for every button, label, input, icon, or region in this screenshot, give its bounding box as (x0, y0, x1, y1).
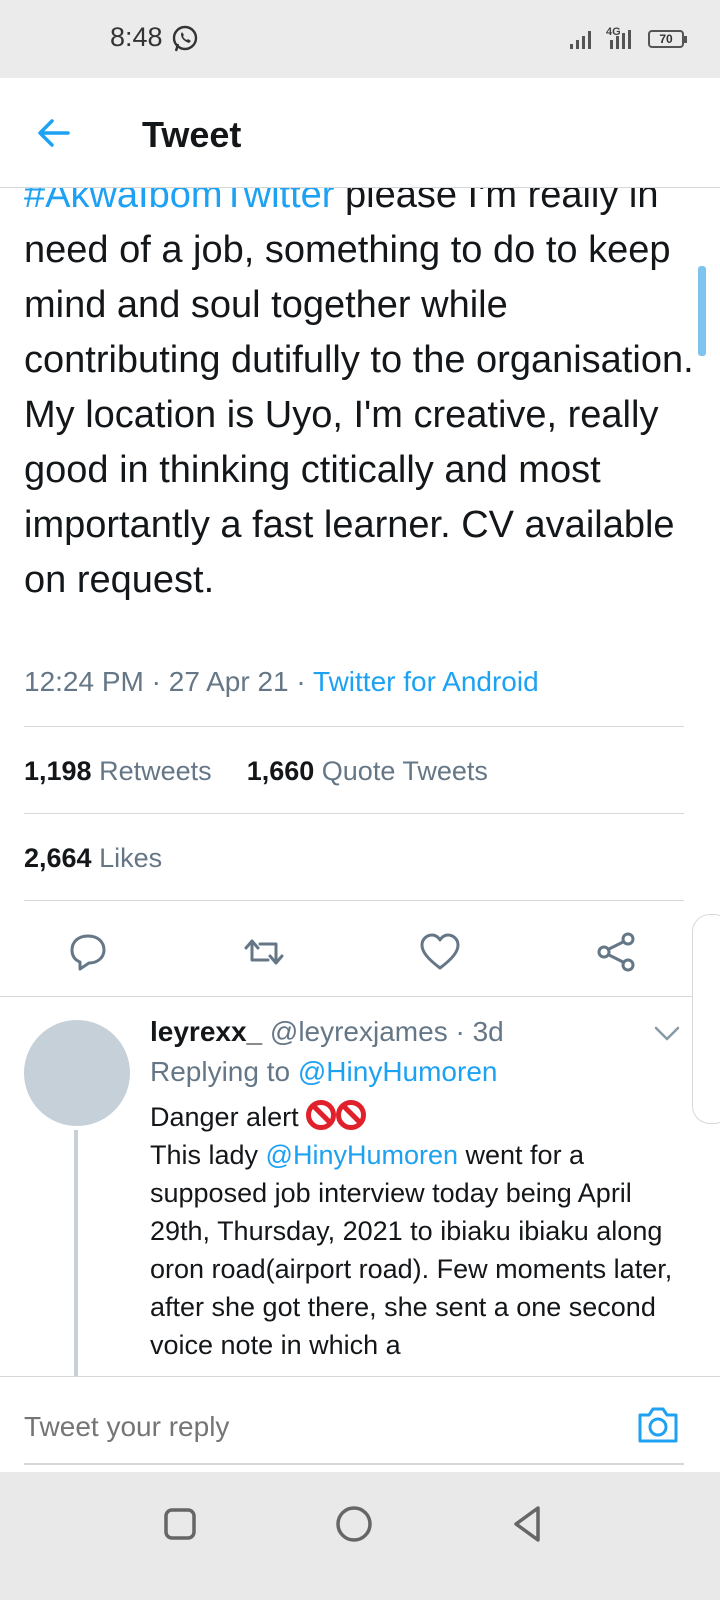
reply-text: Danger alert This lady @HinyHumoren went… (150, 1098, 690, 1364)
system-nav-bar (0, 1472, 720, 1600)
avatar[interactable] (24, 1020, 130, 1126)
page-title: Tweet (142, 114, 242, 155)
retweets-label: Retweets (99, 756, 212, 786)
reply-body: This lady @HinyHumoren went for a suppos… (150, 1136, 690, 1364)
battery-icon: 70 (648, 30, 687, 48)
whatsapp-icon (172, 25, 198, 52)
reply-author-name[interactable]: leyrexx_ (150, 1016, 262, 1047)
home-icon[interactable] (330, 1500, 378, 1548)
reply-text-before: This lady (150, 1140, 266, 1170)
status-time: 8:48 (110, 22, 163, 52)
status-bar: 8:48 4G 70 (0, 0, 720, 78)
tweet-source-link[interactable]: Twitter for Android (313, 666, 539, 697)
tweet-text: #AkwaIbomTwitter please I'm really in ne… (24, 188, 694, 608)
thread-line (74, 1130, 78, 1378)
signal-icon (570, 31, 591, 49)
reply-icon[interactable] (66, 930, 110, 974)
recents-icon[interactable] (156, 1500, 204, 1548)
reply-author-handle[interactable]: @leyrexjames (270, 1016, 448, 1047)
reply-first-line: Danger alert (150, 1102, 299, 1132)
divider (24, 726, 684, 727)
reply-line-1: Danger alert (150, 1098, 690, 1136)
retweet-icon[interactable] (242, 930, 286, 974)
reply-text-after: went for a supposed job interview today … (150, 1140, 673, 1360)
replying-to-label: Replying to (150, 1056, 291, 1087)
hashtag-link[interactable]: #AkwaIbomTwitter (24, 188, 334, 216)
tweet-meta: 12:24 PM · 27 Apr 21 · Twitter for Andro… (24, 666, 539, 698)
divider (0, 996, 720, 997)
meta-separator: · (296, 666, 314, 697)
tweet-actions (0, 920, 720, 994)
reply-mention-link[interactable]: @HinyHumoren (266, 1140, 458, 1170)
replying-to-mention[interactable]: @HinyHumoren (298, 1056, 498, 1087)
reply-age: 3d (472, 1016, 504, 1047)
no-entry-icon (336, 1100, 367, 1130)
meta-separator: · (455, 1016, 473, 1047)
likes-count: 2,664 (24, 843, 92, 873)
divider (24, 813, 684, 814)
network-indicator: 4G (602, 26, 642, 50)
no-entry-icon (306, 1100, 337, 1130)
tweet-detail[interactable]: #AkwaIbomTwitter please I'm really in ne… (0, 188, 720, 1378)
app-header: Tweet (0, 78, 720, 188)
share-icon[interactable] (594, 930, 638, 974)
retweets-count: 1,198 (24, 756, 92, 786)
composer-underline (24, 1463, 684, 1465)
reply-header: leyrexx_ @leyrexjames · 3d (150, 1016, 504, 1048)
replying-to: Replying to @HinyHumoren (150, 1056, 497, 1088)
edge-panel-handle[interactable] (692, 914, 720, 1124)
likes-stats[interactable]: 2,664 Likes (24, 843, 162, 874)
chevron-down-icon[interactable] (652, 1022, 682, 1046)
tweet-time: 12:24 PM (24, 666, 144, 697)
signal-icon-2 (610, 30, 631, 49)
like-icon[interactable] (418, 930, 462, 974)
status-icons: 4G 70 (570, 22, 687, 56)
retweet-stats[interactable]: 1,198 Retweets 1,660 Quote Tweets (24, 756, 488, 787)
reply-input[interactable] (24, 1411, 584, 1443)
back-icon[interactable] (504, 1500, 552, 1548)
quote-tweets-label: Quote Tweets (321, 756, 488, 786)
quote-tweets-count: 1,660 (246, 756, 315, 786)
camera-icon[interactable] (636, 1405, 680, 1445)
likes-label: Likes (99, 843, 163, 873)
reply-composer (0, 1376, 720, 1472)
scrollbar[interactable] (698, 266, 706, 356)
meta-separator: · (151, 666, 169, 697)
back-arrow-icon[interactable] (34, 113, 74, 153)
tweet-body: please I'm really in need of a job, some… (24, 188, 694, 601)
tweet-date: 27 Apr 21 (168, 666, 289, 697)
divider (24, 900, 684, 901)
